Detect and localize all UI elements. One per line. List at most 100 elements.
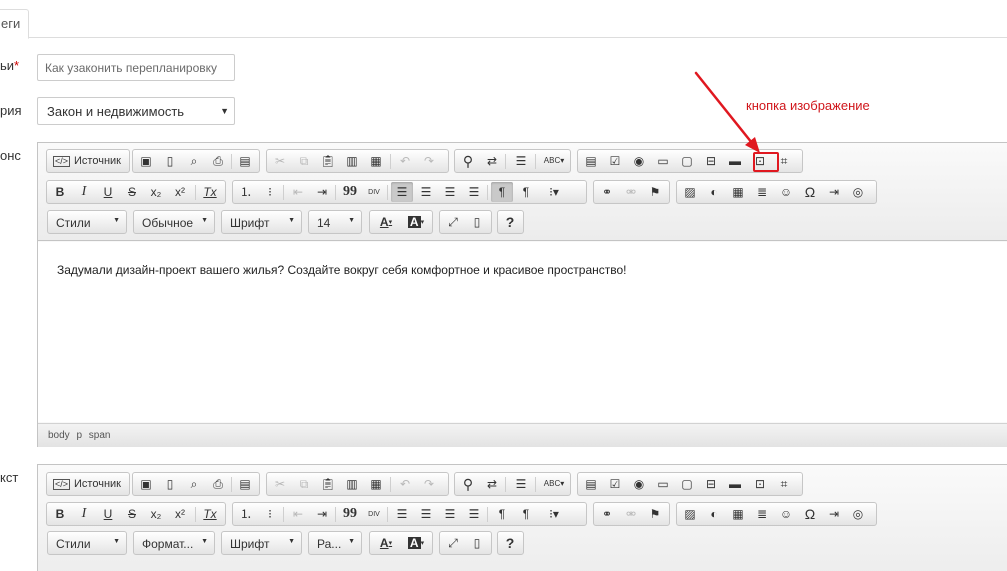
align-left-icon[interactable]: ☰ [391,182,413,202]
image-icon[interactable]: ▨ [679,182,701,202]
select-field-icon[interactable]: ⊟ [700,474,722,494]
bg-color-button[interactable]: A ▾ [402,533,430,553]
tab-tags[interactable]: еги [0,9,29,39]
new-page-icon[interactable]: ▯ [159,474,181,494]
align-right-icon[interactable]: ☰ [439,182,461,202]
bulleted-list-icon[interactable]: ⁝ [259,182,281,202]
show-blocks-icon[interactable]: ▯ [466,533,488,553]
button-field-icon[interactable]: ▬ [724,474,746,494]
anchor-flag-icon[interactable]: ⚑ [644,504,666,524]
print-icon[interactable]: ⎙ [207,474,229,494]
bulleted-list-icon[interactable]: ⁝ [259,504,281,524]
paste-icon[interactable]: 📋︎ [317,474,339,494]
indent-icon[interactable]: ⇥ [311,504,333,524]
size-dropdown[interactable]: Ра... ▼ [308,531,362,555]
rtl-icon[interactable]: ¶ [515,504,537,524]
remove-format-button[interactable]: Tx [199,182,221,202]
help-button[interactable]: ? [499,533,521,553]
table-icon[interactable]: ▦ [727,182,749,202]
bg-color-button[interactable]: A ▾ [402,212,430,232]
copy-icon[interactable]: ⧉ [293,151,315,171]
flash-icon[interactable]: ◐ [703,182,725,202]
maximize-icon[interactable]: ⤢ [442,533,464,553]
source-button[interactable]: </> Источник [49,474,125,494]
rtl-icon[interactable]: ¶ [515,182,537,202]
paste-word-icon[interactable]: ▦ [365,151,387,171]
preview-icon[interactable]: ⌕ [183,474,205,494]
radio-icon[interactable]: ◉ [628,474,650,494]
help-button[interactable]: ? [499,212,521,232]
category-select[interactable]: Закон и недвижимость ▼ [37,97,235,125]
indent-icon[interactable]: ⇥ [311,182,333,202]
select-all-icon[interactable]: ☰ [510,151,532,171]
paste-text-icon[interactable]: ▥ [341,151,363,171]
strike-button[interactable]: S [121,504,143,524]
textarea-icon[interactable]: ▢ [676,474,698,494]
subscript-button[interactable]: x₂ [145,504,167,524]
numbered-list-icon[interactable]: ⒈ [235,504,257,524]
hidden-field-icon[interactable]: ⌗ [773,474,795,494]
ltr-icon[interactable]: ¶ [491,182,513,202]
source-button[interactable]: </> Источник [49,151,125,171]
link-icon[interactable]: ⚭ [596,182,618,202]
underline-button[interactable]: U [97,504,119,524]
text-color-button[interactable]: A ▾ [372,533,400,553]
show-blocks-icon[interactable]: ▯ [466,212,488,232]
size-dropdown[interactable]: 14 ▼ [308,210,362,234]
italic-button[interactable]: I [73,504,95,524]
undo-icon[interactable]: ↶ [394,474,416,494]
font-dropdown[interactable]: Шрифт ▼ [221,210,302,234]
align-justify-icon[interactable]: ☰ [463,504,485,524]
redo-icon[interactable]: ↷ [418,474,440,494]
image-button-icon[interactable]: ⊡ [749,474,771,494]
text-color-button[interactable]: A ▾ [372,212,400,232]
replace-icon[interactable]: ⇄ [481,151,503,171]
superscript-button[interactable]: x² [169,182,191,202]
font-dropdown[interactable]: Шрифт ▼ [221,531,302,555]
table-icon[interactable]: ▦ [727,504,749,524]
replace-icon[interactable]: ⇄ [481,474,503,494]
bold-button[interactable]: B [49,504,71,524]
paste-word-icon[interactable]: ▦ [365,474,387,494]
find-icon[interactable]: ⚲ [457,474,479,494]
image-icon[interactable]: ▨ [679,504,701,524]
maximize-icon[interactable]: ⤢ [442,212,464,232]
underline-button[interactable]: U [97,182,119,202]
text-field-icon[interactable]: ▭ [652,151,674,171]
templates-icon[interactable]: ▤ [234,151,256,171]
print-icon[interactable]: ⎙ [207,151,229,171]
radio-icon[interactable]: ◉ [628,151,650,171]
language-icon[interactable]: ⁝▾ [539,504,569,524]
paste-text-icon[interactable]: ▥ [341,474,363,494]
iframe-icon[interactable]: ◎ [847,504,869,524]
styles-dropdown[interactable]: Стили ▼ [47,210,127,234]
subscript-button[interactable]: x₂ [145,182,167,202]
new-page-icon[interactable]: ▯ [159,151,181,171]
format-dropdown[interactable]: Обычное ▼ [133,210,215,234]
link-icon[interactable]: ⚭ [596,504,618,524]
title-input[interactable] [37,54,235,81]
align-justify-icon[interactable]: ☰ [463,182,485,202]
special-char-icon[interactable]: Ω [799,182,821,202]
spellcheck-icon[interactable]: ABC ▾ [539,151,569,171]
bold-button[interactable]: B [49,182,71,202]
horizontal-rule-icon[interactable]: ≣ [751,504,773,524]
smiley-icon[interactable]: ☺ [775,182,797,202]
ltr-icon[interactable]: ¶ [491,504,513,524]
save-icon[interactable]: ▣ [135,151,157,171]
create-div-button[interactable]: DIV [363,504,385,524]
unlink-icon[interactable]: ⚮ [620,504,642,524]
paste-icon[interactable]: 📋︎ [317,151,339,171]
select-all-icon[interactable]: ☰ [510,474,532,494]
align-center-icon[interactable]: ☰ [415,182,437,202]
page-break-icon[interactable]: ⇥ [823,504,845,524]
preview-icon[interactable]: ⌕ [183,151,205,171]
copy-icon[interactable]: ⧉ [293,474,315,494]
find-icon[interactable]: ⚲ [457,151,479,171]
format-dropdown[interactable]: Формат... ▼ [133,531,215,555]
templates-icon[interactable]: ▤ [234,474,256,494]
form-icon[interactable]: ▤ [580,474,602,494]
text-field-icon[interactable]: ▭ [652,474,674,494]
unlink-icon[interactable]: ⚮ [620,182,642,202]
iframe-icon[interactable]: ◎ [847,182,869,202]
